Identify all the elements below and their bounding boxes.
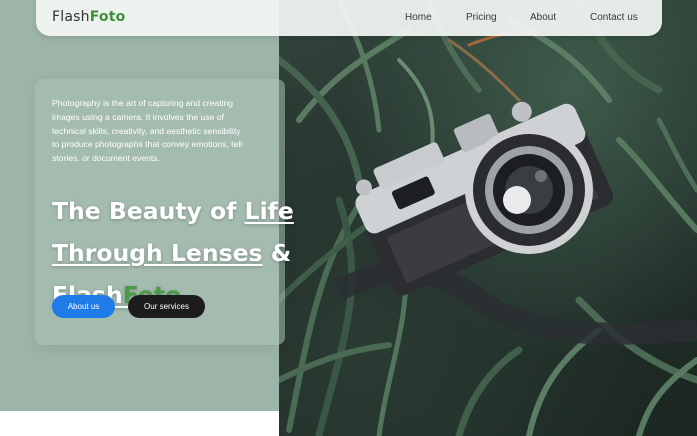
logo-text-flash: Flash xyxy=(52,9,90,25)
top-navbar: FlashFoto Home Pricing About Contact us xyxy=(36,0,662,36)
nav-link-home[interactable]: Home xyxy=(405,12,432,23)
hero-title-amp: & xyxy=(262,239,292,267)
nav-link-about[interactable]: About xyxy=(530,12,556,23)
nav-link-contact[interactable]: Contact us xyxy=(590,12,638,23)
nav-link-pricing[interactable]: Pricing xyxy=(466,12,497,23)
hero-title-prefix: The Beauty of xyxy=(52,197,245,225)
brand-logo[interactable]: FlashFoto xyxy=(52,9,125,25)
about-us-button[interactable]: About us xyxy=(52,295,115,318)
our-services-button[interactable]: Our services xyxy=(128,295,205,318)
logo-text-foto: Foto xyxy=(89,9,126,25)
hero-description: Photography is the art of capturing and … xyxy=(52,98,243,164)
